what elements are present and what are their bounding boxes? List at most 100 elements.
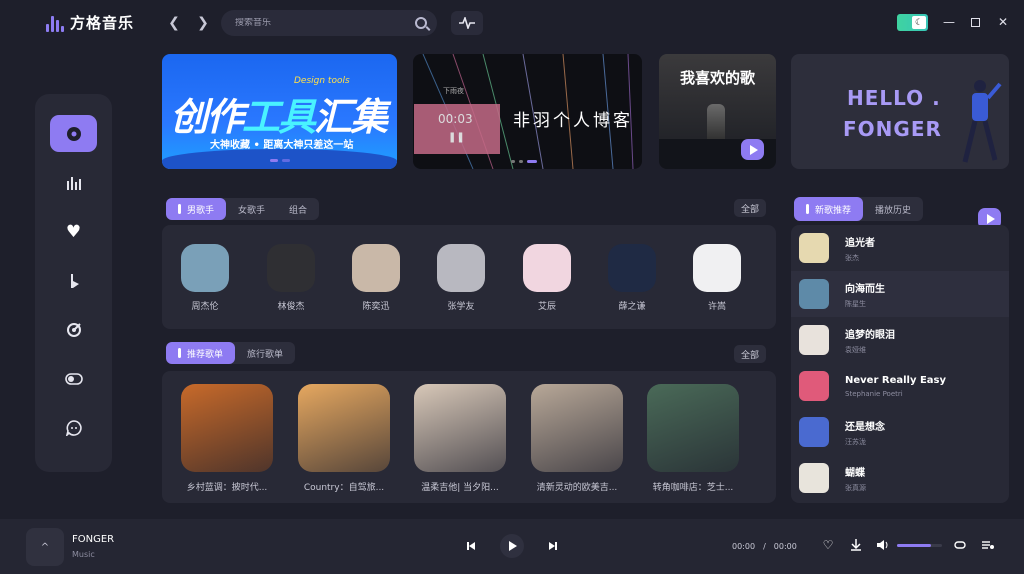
chevron-right-icon: ❯ xyxy=(197,15,209,31)
playlist-name: 清新灵动的欧美吉... xyxy=(536,483,618,493)
song-artist: 张真源 xyxy=(845,483,866,492)
banner-favorites[interactable]: 我喜欢的歌 xyxy=(659,54,776,169)
song-row[interactable]: 追光者 张杰 xyxy=(791,225,1009,271)
music-note-icon xyxy=(70,273,79,288)
banner2-dots xyxy=(511,160,537,163)
tab-female-singers[interactable]: 女歌手 xyxy=(226,198,277,220)
artist-avatar xyxy=(352,244,400,292)
song-title: 追光者 xyxy=(845,237,875,249)
playlist-name: 转角咖啡店：芝士... xyxy=(652,483,734,493)
artist-item[interactable]: 周杰伦 xyxy=(181,244,229,312)
sidebar-item-profile[interactable] xyxy=(50,409,97,446)
song-cover xyxy=(799,325,829,355)
sidebar-item-charts[interactable] xyxy=(50,164,97,201)
song-row[interactable]: 蝴蝶 张真源 xyxy=(791,455,1009,501)
repeat-button[interactable] xyxy=(953,538,967,552)
artist-name: 薛之谦 xyxy=(618,302,646,312)
tab-recommended-playlists[interactable]: 推荐歌单 xyxy=(166,342,236,364)
artist-item[interactable]: 艾辰 xyxy=(523,244,571,312)
volume-button[interactable] xyxy=(876,538,890,552)
search-input[interactable] xyxy=(235,18,415,28)
song-artist: 汪苏泷 xyxy=(845,437,866,446)
search-icon[interactable] xyxy=(415,17,427,29)
time-display: 00:00 / 00:00 xyxy=(732,542,797,551)
song-title: 还是想念 xyxy=(845,421,885,433)
banner-design-tools[interactable]: Design tools 创作工具汇集 大神收藏 • 距离大神只差这一站 xyxy=(162,54,397,169)
minimize-button[interactable]: — xyxy=(941,14,957,30)
hello-line2: FONGER xyxy=(843,117,942,141)
like-button[interactable]: ♡ xyxy=(821,538,835,552)
artist-all-button[interactable]: 全部 xyxy=(734,199,766,217)
sidebar-item-favorites[interactable]: ♥ xyxy=(50,213,97,250)
sidebar-item-settings[interactable] xyxy=(50,360,97,397)
person-illustration xyxy=(962,80,1002,163)
player-subtitle: Music xyxy=(72,550,95,559)
playlist-cover xyxy=(531,384,623,472)
tab-male-singers[interactable]: 男歌手 xyxy=(166,198,227,220)
logo-icon xyxy=(46,14,64,32)
close-icon: ✕ xyxy=(997,15,1009,29)
artist-item[interactable]: 许嵩 xyxy=(693,244,741,312)
play-icon xyxy=(986,213,995,224)
banner-hello[interactable]: HELLO . FONGER xyxy=(791,54,1009,169)
play-icon xyxy=(749,144,758,155)
search-bar xyxy=(221,10,437,36)
banner-blog[interactable]: 00:03 ❚❚ 下雨夜 非羽个人博客 xyxy=(413,54,642,169)
download-button[interactable] xyxy=(849,538,863,552)
playlist-item[interactable]: 清新灵动的欧美吉... xyxy=(531,384,623,493)
playlist-item[interactable]: 温柔吉他| 当夕阳... xyxy=(414,384,506,493)
song-list: 追光者 张杰 向海而生 陈星生 追梦的眼泪 袁娅维 Never Really Easy Ste… xyxy=(791,225,1009,503)
forward-button[interactable]: ❯ xyxy=(194,14,212,32)
sidebar-item-music[interactable] xyxy=(50,262,97,299)
song-row[interactable]: Never Really Easy Stephanie Poetri xyxy=(791,363,1009,409)
theme-toggle[interactable]: ☾ xyxy=(897,14,928,31)
mini-player-card: 00:03 ❚❚ xyxy=(414,104,500,154)
volume-level xyxy=(897,544,931,547)
playlist-queue-button[interactable] xyxy=(981,538,995,552)
song-row[interactable]: 还是想念 汪苏泷 xyxy=(791,409,1009,455)
playlist-item[interactable]: 转角咖啡店：芝士... xyxy=(647,384,739,493)
playlist-all-button[interactable]: 全部 xyxy=(734,345,766,363)
pause-icon: ❚❚ xyxy=(448,132,465,143)
playlist-cover xyxy=(414,384,506,472)
artist-item[interactable]: 陈奕迅 xyxy=(352,244,400,312)
expand-icon: ^ xyxy=(40,541,50,553)
chevron-left-icon: ❮ xyxy=(168,15,180,31)
song-title: Never Really Easy xyxy=(845,374,947,386)
tab-groups[interactable]: 组合 xyxy=(277,198,319,220)
tab-new-songs[interactable]: 新歌推荐 xyxy=(794,197,864,221)
fav-play-button[interactable] xyxy=(741,139,764,160)
heart-outline-icon: ♡ xyxy=(822,538,834,552)
sidebar-item-discover[interactable] xyxy=(50,115,97,152)
playlist-item[interactable]: 乡村蓝调：披时代... xyxy=(181,384,273,493)
close-button[interactable]: ✕ xyxy=(995,14,1011,30)
player-cover[interactable]: ^ xyxy=(26,528,64,566)
sidebar-item-radar[interactable] xyxy=(50,311,97,348)
artist-avatar xyxy=(267,244,315,292)
tab-travel-playlists[interactable]: 旅行歌单 xyxy=(235,342,295,364)
previous-button[interactable] xyxy=(464,539,478,553)
maximize-button[interactable] xyxy=(967,14,983,30)
artist-item[interactable]: 张学友 xyxy=(437,244,485,312)
next-button[interactable] xyxy=(546,539,560,553)
volume-icon xyxy=(877,540,888,550)
song-row[interactable]: 向海而生 陈星生 xyxy=(791,271,1009,317)
artist-avatar xyxy=(437,244,485,292)
playlist-tabs: 推荐歌单 旅行歌单 xyxy=(166,342,296,364)
song-row[interactable]: 追梦的眼泪 袁娅维 xyxy=(791,317,1009,363)
song-artist: 袁娅维 xyxy=(845,345,866,354)
song-artist: 陈星生 xyxy=(845,299,866,308)
banner-title: 创作工具汇集 xyxy=(170,95,388,139)
skip-back-icon xyxy=(467,542,475,550)
player-bar: ^ FONGER Music 00:00 / 00:00 ♡ xyxy=(0,519,1024,574)
app-logo[interactable]: 方格音乐 xyxy=(46,12,134,33)
tab-play-history[interactable]: 播放历史 xyxy=(863,197,923,221)
playlist-item[interactable]: Country：自驾旅... xyxy=(298,384,390,493)
audio-wave-button[interactable] xyxy=(451,11,483,35)
artist-item[interactable]: 薛之谦 xyxy=(608,244,656,312)
back-button[interactable]: ❮ xyxy=(165,14,183,32)
play-button[interactable] xyxy=(500,534,524,558)
volume-slider[interactable] xyxy=(897,544,942,547)
playlist-name: Country：自驾旅... xyxy=(303,483,385,493)
artist-item[interactable]: 林俊杰 xyxy=(267,244,315,312)
